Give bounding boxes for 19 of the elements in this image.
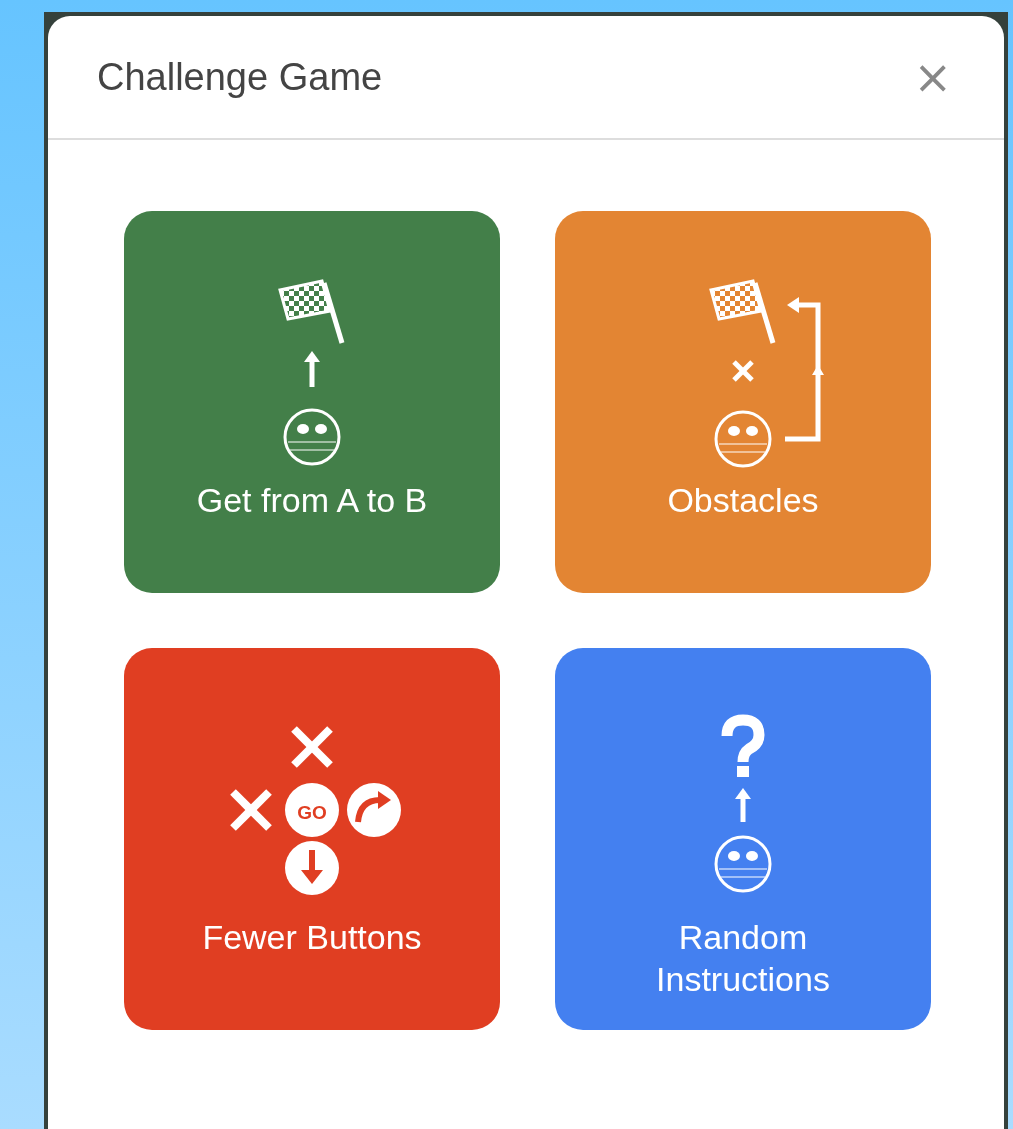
- detour-arrow-icon: [785, 297, 824, 442]
- challenge-tile[interactable]: Obstacles: [555, 211, 931, 593]
- dialog-title: Challenge Game: [97, 55, 383, 99]
- go-badge: GO: [285, 783, 339, 837]
- question-mark-icon: [721, 714, 765, 777]
- challenge-tile[interactable]: GO Fewer Buttons: [124, 648, 500, 1030]
- up-arrow-icon: [735, 788, 751, 822]
- cross-icon: [291, 726, 333, 768]
- cross-icon: [732, 360, 754, 382]
- checkered-flag-icon: [709, 279, 776, 344]
- ball-face-icon: [714, 410, 772, 468]
- challenge-tile[interactable]: Get from A to B: [124, 211, 500, 593]
- challenge-tile[interactable]: Random Instructions: [555, 648, 931, 1030]
- up-arrow-icon: [304, 351, 320, 387]
- ball-face-icon: [714, 835, 772, 893]
- cross-icon: [230, 789, 272, 831]
- checkered-flag-icon: [278, 279, 345, 344]
- close-button[interactable]: ×: [909, 54, 956, 100]
- ball-face-icon: [283, 408, 341, 466]
